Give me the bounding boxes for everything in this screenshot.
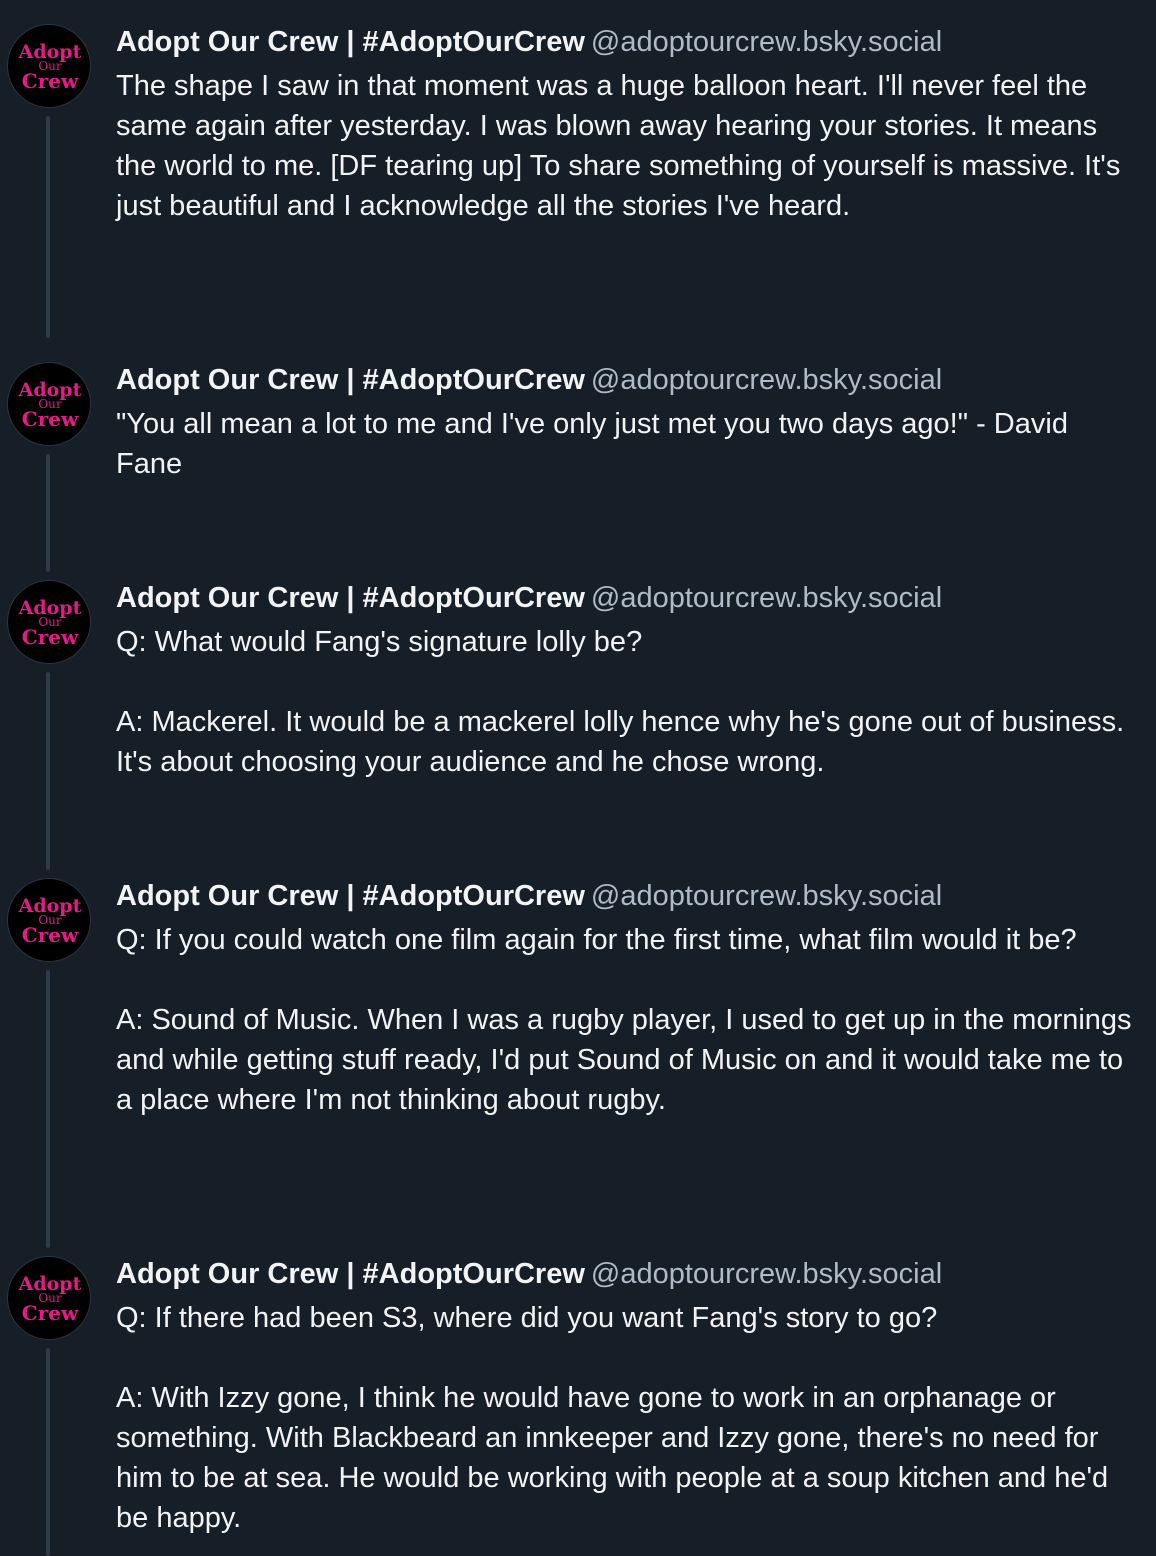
avatar[interactable]: Adopt Our Crew <box>7 24 91 108</box>
display-name[interactable]: Adopt Our Crew | #AdoptOurCrew <box>116 364 585 396</box>
post-text: "You all mean a lot to me and I've only … <box>116 408 1077 480</box>
post-content: Adopt Our Crew | #AdoptOurCrew @adoptourc… <box>116 360 1136 484</box>
post-text: Q: What would Fang's signature lolly be?… <box>116 626 1125 778</box>
display-name[interactable]: Adopt Our Crew | #AdoptOurCrew <box>116 26 585 58</box>
display-name[interactable]: Adopt Our Crew | #AdoptOurCrew <box>116 1258 585 1290</box>
post[interactable]: Adopt Our Crew Adopt Our Crew | #AdoptOu… <box>0 1232 1156 1556</box>
post-header: Adopt Our Crew | #AdoptOurCrew @adoptourc… <box>116 360 1136 400</box>
svg-text:Crew: Crew <box>22 69 79 93</box>
post-header: Adopt Our Crew | #AdoptOurCrew @adoptourc… <box>116 1254 1136 1294</box>
thread-connector-line <box>46 672 50 870</box>
handle[interactable]: @adoptourcrew.bsky.social <box>591 364 942 396</box>
adopt-our-crew-logo-icon: Adopt Our Crew <box>18 379 82 431</box>
post-text: Q: If you could watch one film again for… <box>116 924 1132 1116</box>
post-thread: Adopt Our Crew Adopt Our Crew | #AdoptOu… <box>0 0 1156 1556</box>
adopt-our-crew-logo-icon: Adopt Our Crew <box>18 1273 82 1325</box>
thread-connector-line <box>46 454 50 572</box>
handle[interactable]: @adoptourcrew.bsky.social <box>591 880 942 912</box>
post[interactable]: Adopt Our Crew Adopt Our Crew | #AdoptOu… <box>0 0 1156 338</box>
adopt-our-crew-logo-icon: Adopt Our Crew <box>18 41 82 93</box>
post-header: Adopt Our Crew | #AdoptOurCrew @adoptourc… <box>116 876 1136 916</box>
post-header: Adopt Our Crew | #AdoptOurCrew @adoptourc… <box>116 22 1136 62</box>
handle[interactable]: @adoptourcrew.bsky.social <box>591 26 942 58</box>
avatar[interactable]: Adopt Our Crew <box>7 1256 91 1340</box>
display-name[interactable]: Adopt Our Crew | #AdoptOurCrew <box>116 880 585 912</box>
post[interactable]: Adopt Our Crew Adopt Our Crew | #AdoptOu… <box>0 556 1156 870</box>
display-name[interactable]: Adopt Our Crew | #AdoptOurCrew <box>116 582 585 614</box>
post[interactable]: Adopt Our Crew Adopt Our Crew | #AdoptOu… <box>0 338 1156 572</box>
thread-connector-line <box>46 970 50 1248</box>
post-content: Adopt Our Crew | #AdoptOurCrew @adoptourc… <box>116 578 1136 782</box>
svg-text:Crew: Crew <box>22 923 79 947</box>
post-header: Adopt Our Crew | #AdoptOurCrew @adoptourc… <box>116 578 1136 618</box>
avatar[interactable]: Adopt Our Crew <box>7 878 91 962</box>
adopt-our-crew-logo-icon: Adopt Our Crew <box>18 895 82 947</box>
svg-text:Crew: Crew <box>22 625 79 649</box>
avatar[interactable]: Adopt Our Crew <box>7 362 91 446</box>
adopt-our-crew-logo-icon: Adopt Our Crew <box>18 597 82 649</box>
svg-text:Crew: Crew <box>22 407 79 431</box>
post-content: Adopt Our Crew | #AdoptOurCrew @adoptourc… <box>116 1254 1136 1538</box>
handle[interactable]: @adoptourcrew.bsky.social <box>591 1258 942 1290</box>
handle[interactable]: @adoptourcrew.bsky.social <box>591 582 942 614</box>
post-content: Adopt Our Crew | #AdoptOurCrew @adoptourc… <box>116 876 1136 1120</box>
post-content: Adopt Our Crew | #AdoptOurCrew @adoptourc… <box>116 22 1136 226</box>
svg-text:Crew: Crew <box>22 1301 79 1325</box>
post-text: The shape I saw in that moment was a hug… <box>116 70 1129 222</box>
post-text: Q: If there had been S3, where did you w… <box>116 1302 1109 1534</box>
post[interactable]: Adopt Our Crew Adopt Our Crew | #AdoptOu… <box>0 854 1156 1248</box>
avatar[interactable]: Adopt Our Crew <box>7 580 91 664</box>
thread-connector-line <box>46 116 50 338</box>
thread-connector-line <box>46 1348 50 1556</box>
